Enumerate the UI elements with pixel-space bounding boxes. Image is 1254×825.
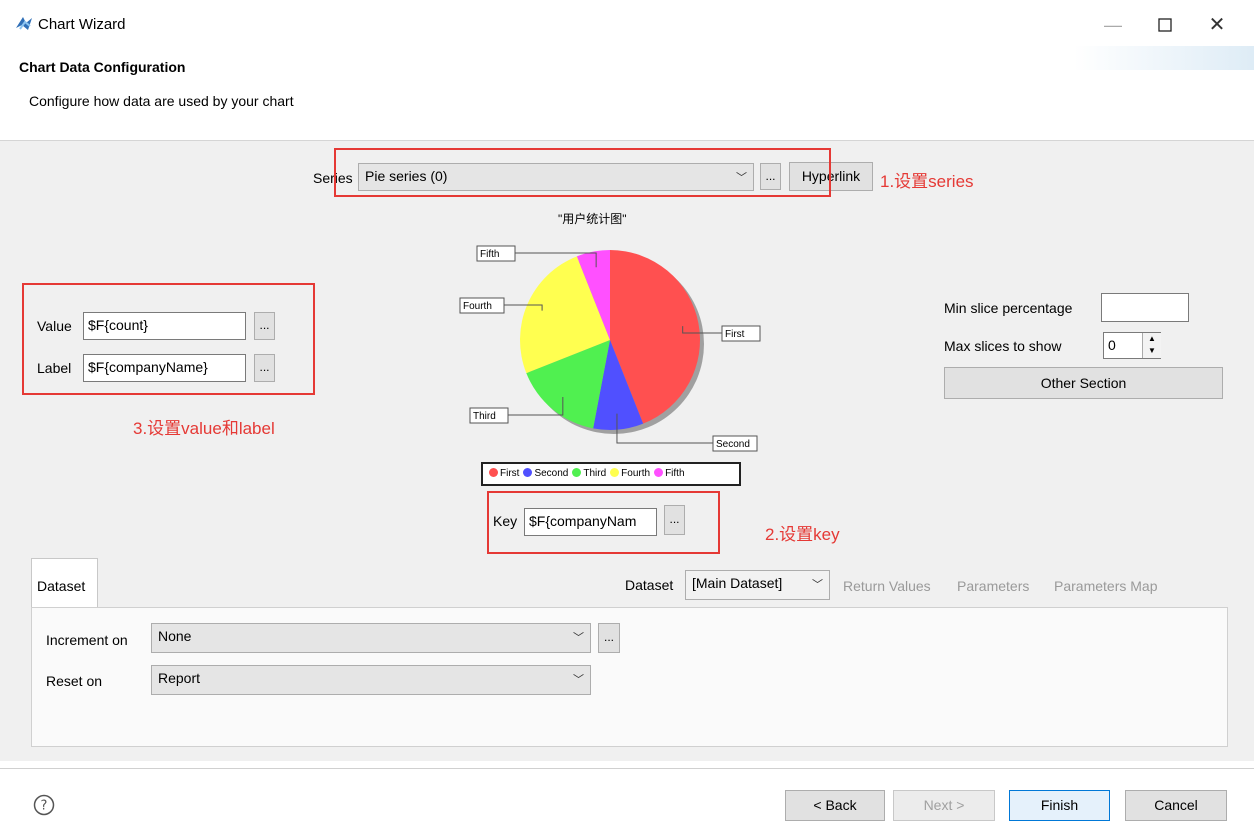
max-slices-value: 0 (1108, 337, 1116, 353)
other-section-button[interactable]: Other Section (944, 367, 1223, 399)
finish-button[interactable]: Finish (1009, 790, 1110, 821)
increment-on-select[interactable]: None ﹀ (151, 623, 591, 653)
legend-swatch (610, 468, 620, 477)
next-button[interactable]: Next > (893, 790, 995, 821)
increment-more-button[interactable]: ... (598, 623, 620, 653)
reset-on-label: Reset on (46, 673, 103, 689)
legend-swatch (489, 468, 498, 477)
dataset-label: Dataset (625, 577, 674, 593)
pie-label-text: Fourth (463, 301, 492, 312)
legend-item-label: Second (534, 468, 569, 479)
legend-swatch (523, 468, 533, 477)
footer-separator (0, 768, 1254, 769)
chevron-down-icon: ﹀ (573, 632, 584, 644)
annotation-key: 2.设置key (765, 525, 840, 544)
cancel-button[interactable]: Cancel (1125, 790, 1227, 821)
legend-item-label: First (500, 468, 520, 479)
reset-on-value: Report (158, 670, 201, 686)
chart-legend: First Second Third Fourth Fifth (481, 462, 741, 486)
legend-item-label: Third (583, 468, 607, 479)
annotation-box-value-label (22, 283, 315, 395)
pie-label-text: Fifth (480, 249, 499, 260)
svg-text:?: ? (41, 799, 48, 814)
max-slices-spinner[interactable]: ▲ ▼ (1142, 333, 1161, 358)
increment-on-label: Increment on (46, 632, 128, 648)
legend-swatch (572, 468, 582, 477)
legend-item-label: Fifth (665, 468, 685, 479)
parameters-map-link[interactable]: Parameters Map (1054, 578, 1157, 594)
legend-swatch (654, 468, 664, 477)
app-icon (14, 14, 34, 34)
spinner-up-icon[interactable]: ▲ (1143, 333, 1161, 345)
maximize-icon[interactable] (1150, 10, 1180, 40)
min-slice-label: Min slice percentage (944, 300, 1073, 316)
increment-on-value: None (158, 628, 192, 644)
dataset-tab-label: Dataset (37, 578, 86, 594)
pie-label-text: Third (473, 411, 496, 422)
annotation-value-label: 3.设置value和label (133, 419, 275, 438)
parameters-link[interactable]: Parameters (957, 578, 1029, 594)
page-title: Chart Data Configuration (19, 59, 186, 75)
return-values-link[interactable]: Return Values (843, 578, 931, 594)
max-slices-label: Max slices to show (944, 338, 1062, 354)
page-subtitle: Configure how data are used by your char… (29, 93, 294, 109)
legend-item-label: Fourth (621, 468, 651, 479)
annotation-box-series (334, 148, 831, 197)
header-gradient (1074, 46, 1254, 70)
chart-title: "用户统计图" (558, 212, 627, 226)
help-icon[interactable]: ? (33, 794, 55, 816)
window-title: Chart Wizard (38, 16, 126, 33)
dataset-select[interactable]: [Main Dataset] ﹀ (685, 570, 830, 600)
annotation-series: 1.设置series (880, 172, 974, 191)
chevron-down-icon: ﹀ (573, 674, 584, 686)
min-slice-field[interactable] (1101, 293, 1189, 322)
minimize-icon[interactable]: — (1098, 10, 1128, 40)
reset-on-select[interactable]: Report ﹀ (151, 665, 591, 695)
dataset-tab[interactable]: Dataset (31, 558, 98, 609)
back-button[interactable]: < Back (785, 790, 885, 821)
pie-chart: First Second Third Fourth Fifth (459, 245, 761, 452)
spinner-down-icon[interactable]: ▼ (1143, 345, 1161, 357)
title-bar: Chart Wizard — ✕ (0, 0, 1254, 48)
chevron-down-icon: ﹀ (812, 579, 823, 591)
close-icon[interactable]: ✕ (1202, 10, 1232, 40)
dataset-select-value: [Main Dataset] (692, 575, 783, 591)
pie-label-text: First (725, 329, 745, 340)
annotation-box-key (487, 491, 720, 554)
pie-label-text: Second (716, 439, 750, 450)
